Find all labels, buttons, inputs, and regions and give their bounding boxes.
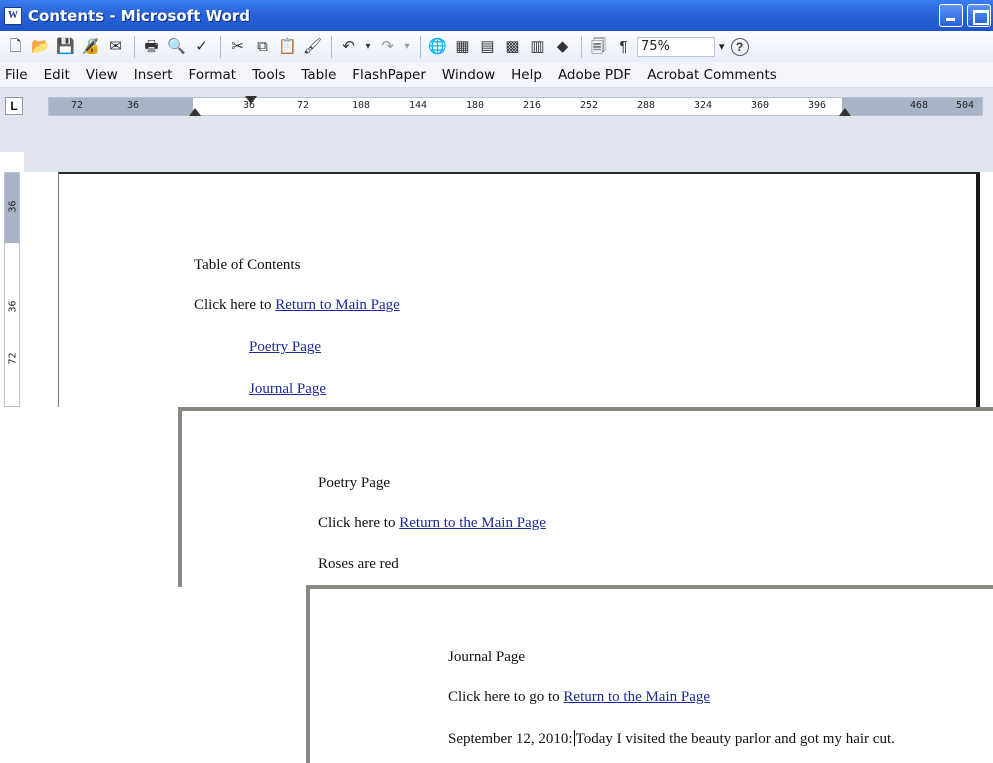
open-folder-icon[interactable]: 📂 xyxy=(29,35,52,58)
first-line-indent-marker[interactable] xyxy=(245,96,257,104)
doc-line: Click here to Return to the Main Page xyxy=(318,515,546,532)
zoom-select[interactable]: 75% xyxy=(637,36,715,57)
vruler-tick: 36 xyxy=(7,300,19,313)
journal-page-link[interactable]: Journal Page xyxy=(249,381,326,398)
menu-flashpaper[interactable]: FlashPaper xyxy=(344,67,434,83)
toolbar-separator xyxy=(420,35,421,58)
ruler-tick: 396 xyxy=(807,100,827,111)
menu-format[interactable]: Format xyxy=(181,67,245,83)
entry-text: Today I visited the beauty parlor and go… xyxy=(575,731,895,747)
vruler-tick: 72 xyxy=(7,352,19,365)
toolbar-separator xyxy=(581,35,582,58)
document-map-icon[interactable]: 🗐 xyxy=(587,35,610,58)
text-cursor xyxy=(573,730,575,746)
ruler-tick: 504 xyxy=(955,100,975,111)
print-preview-icon[interactable]: 🔍 xyxy=(165,35,188,58)
format-painter-icon[interactable]: 🖌 xyxy=(301,35,324,58)
window-title: Contents - Microsoft Word xyxy=(28,6,251,25)
ruler-tick: 180 xyxy=(465,100,485,111)
menu-tools[interactable]: Tools xyxy=(244,67,293,83)
toolbar-separator xyxy=(220,35,221,58)
document-poetry-page[interactable]: Poetry Page Click here to Return to the … xyxy=(178,407,993,587)
new-document-icon[interactable]: 🗋 xyxy=(4,35,27,58)
doc-line: Click here to go to Return to the Main P… xyxy=(448,689,710,706)
line-prefix: Click here to go to xyxy=(448,689,564,705)
ruler-tick: 252 xyxy=(579,100,599,111)
ruler-tick: 144 xyxy=(408,100,428,111)
email-icon[interactable]: ✉ xyxy=(104,35,127,58)
columns-icon[interactable]: ▥ xyxy=(526,35,549,58)
ruler-tick: 324 xyxy=(693,100,713,111)
save-icon[interactable]: 💾 xyxy=(54,35,77,58)
ruler-area: L 72 36 36 72 108 144 180 216 252 288 32… xyxy=(0,88,993,152)
line-prefix: Click here to xyxy=(318,515,400,531)
menu-bar: File Edit View Insert Format Tools Table… xyxy=(0,62,993,88)
title-bar: W Contents - Microsoft Word xyxy=(0,0,993,31)
redo-icon[interactable]: ↷ xyxy=(376,35,399,58)
menu-acrobat-comments[interactable]: Acrobat Comments xyxy=(639,67,785,83)
vertical-ruler[interactable]: 36 36 72 xyxy=(4,172,20,407)
menu-file[interactable]: File xyxy=(0,67,36,83)
drawing-icon[interactable]: ◆ xyxy=(551,35,574,58)
doc-line: Click here to Return to Main Page xyxy=(194,297,400,314)
maximize-button[interactable] xyxy=(967,4,991,27)
horizontal-ruler[interactable]: 72 36 36 72 108 144 180 216 252 288 324 … xyxy=(48,96,983,116)
ruler-tick: 72 xyxy=(70,100,84,111)
zoom-value: 75% xyxy=(641,38,670,54)
spelling-icon[interactable]: ✓ xyxy=(190,35,213,58)
left-indent-marker[interactable] xyxy=(189,108,201,116)
zoom-dropdown-icon[interactable]: ▾ xyxy=(719,40,725,53)
entry-date: September 12, 2010: xyxy=(448,731,573,747)
document-workspace xyxy=(24,152,993,172)
insert-excel-icon[interactable]: ▩ xyxy=(501,35,524,58)
poem-line: Roses are red xyxy=(318,556,399,572)
paste-icon[interactable]: 📋 xyxy=(276,35,299,58)
standard-toolbar: 🗋 📂 💾 🔏 ✉ 🖶 🔍 ✓ ✂ ⧉ 📋 🖌 ↶ ▾ ↷ ▾ 🌐 ▦ ▤ ▩ … xyxy=(0,31,993,62)
ruler-tick: 216 xyxy=(522,100,542,111)
menu-help[interactable]: Help xyxy=(503,67,550,83)
show-hide-icon[interactable]: ¶ xyxy=(612,35,635,58)
ruler-tick: 360 xyxy=(750,100,770,111)
doc-heading: Journal Page xyxy=(448,649,526,665)
toolbar-separator xyxy=(331,35,332,58)
copy-icon[interactable]: ⧉ xyxy=(251,35,274,58)
menu-adobe-pdf[interactable]: Adobe PDF xyxy=(550,67,639,83)
undo-dropdown-icon[interactable]: ▾ xyxy=(362,35,374,58)
hyperlink-icon[interactable]: 🌐 xyxy=(426,35,449,58)
journal-entry: September 12, 2010: Today I visited the b… xyxy=(448,730,895,748)
insert-table-icon[interactable]: ▤ xyxy=(476,35,499,58)
menu-view[interactable]: View xyxy=(78,67,126,83)
tables-borders-icon[interactable]: ▦ xyxy=(451,35,474,58)
line-prefix: Click here to xyxy=(194,297,276,313)
return-to-main-page-link[interactable]: Return to Main Page xyxy=(275,297,400,313)
document-journal-page[interactable]: Journal Page Click here to go to Return … xyxy=(306,585,993,763)
ruler-tick: 288 xyxy=(636,100,656,111)
ruler-tick: 468 xyxy=(909,100,929,111)
menu-table[interactable]: Table xyxy=(293,67,344,83)
print-icon[interactable]: 🖶 xyxy=(140,35,163,58)
poetry-page-link[interactable]: Poetry Page xyxy=(249,339,321,356)
document-table-of-contents[interactable]: Table of Contents Click here to Return t… xyxy=(58,172,980,407)
vruler-tick: 36 xyxy=(7,200,19,213)
word-app-icon[interactable]: W xyxy=(4,6,22,25)
doc-heading: Table of Contents xyxy=(194,257,301,273)
toolbar-separator xyxy=(134,35,135,58)
menu-insert[interactable]: Insert xyxy=(126,67,181,83)
ruler-tick: 72 xyxy=(296,100,310,111)
tab-selector[interactable]: L xyxy=(5,97,23,115)
redo-dropdown-icon[interactable]: ▾ xyxy=(401,35,413,58)
return-to-main-page-link[interactable]: Return to the Main Page xyxy=(399,515,546,531)
menu-window[interactable]: Window xyxy=(434,67,503,83)
permission-icon[interactable]: 🔏 xyxy=(79,35,102,58)
cut-icon[interactable]: ✂ xyxy=(226,35,249,58)
ruler-tick: 108 xyxy=(351,100,371,111)
minimize-button[interactable] xyxy=(939,4,963,27)
right-indent-marker[interactable] xyxy=(839,108,851,116)
doc-heading: Poetry Page xyxy=(318,475,391,491)
menu-edit[interactable]: Edit xyxy=(36,67,78,83)
help-icon[interactable]: ? xyxy=(730,37,749,56)
undo-icon[interactable]: ↶ xyxy=(337,35,360,58)
return-to-main-page-link[interactable]: Return to the Main Page xyxy=(563,689,710,705)
ruler-tick: 36 xyxy=(126,100,140,111)
